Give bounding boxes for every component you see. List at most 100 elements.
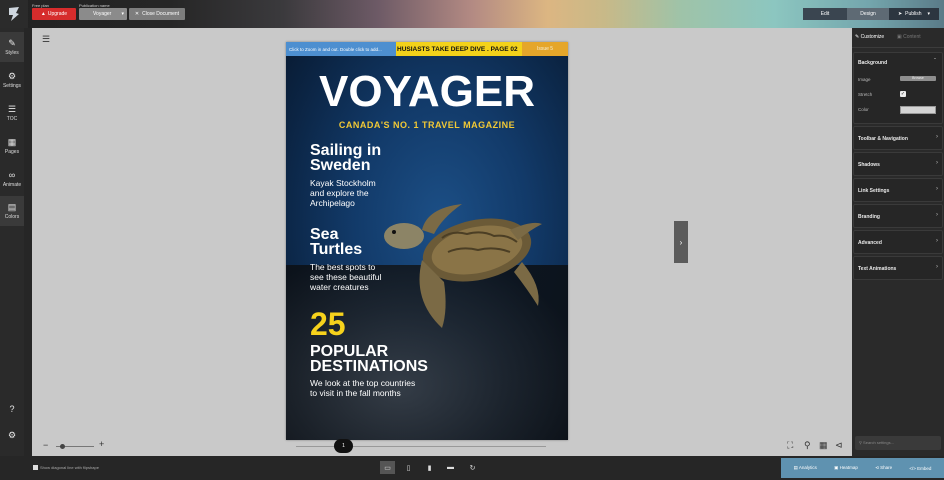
rotate-icon: ↻ (469, 464, 476, 472)
close-document-label: Close Document (142, 11, 180, 17)
tab-edit[interactable]: Edit (803, 8, 847, 20)
story2-title-line1: Sea (310, 226, 339, 243)
view-desktop-button[interactable]: ▭ (380, 461, 395, 474)
sidebar-item-pages[interactable]: ▦ Pages (0, 131, 24, 161)
rotate-button[interactable]: ↻ (465, 461, 480, 474)
zoom-out-button[interactable]: − (43, 440, 48, 450)
section-advanced[interactable]: Advanced › (853, 230, 943, 254)
color-picker[interactable] (900, 106, 936, 114)
panel-tabs: ✎ Customize ▣ Content (852, 28, 944, 48)
chevron-right-icon: › (936, 238, 938, 244)
section-text-animations[interactable]: Text Animations › (853, 256, 943, 280)
publish-button[interactable]: ➤ Publish ▾ (889, 8, 939, 20)
palette-icon: ▤ (7, 201, 17, 212)
view-landscape-button[interactable]: ▬ (443, 461, 458, 474)
next-page-button[interactable]: › (674, 221, 688, 263)
sidebar-item-styles[interactable]: ✎ Styles (0, 32, 24, 62)
publication-select[interactable]: Voyager ▾ (79, 8, 127, 20)
image-browse-button[interactable]: Browse (900, 76, 936, 81)
heatmap-label: Heatmap (839, 465, 858, 470)
send-icon: ➤ (897, 11, 903, 17)
turtle-image (384, 204, 542, 328)
sidebar-item-animate[interactable]: ∞ Animate (0, 164, 24, 194)
section-link-settings[interactable]: Link Settings › (853, 178, 943, 202)
heatmap-button[interactable]: ▣ Heatmap (834, 465, 858, 471)
app-window: Free plan Publication name ▲ Upgrade Voy… (0, 0, 944, 480)
search-placeholder: Search settings... (863, 440, 894, 445)
chevron-right-icon: › (679, 237, 683, 247)
section-label: Advanced (858, 240, 882, 246)
zoom-slider-thumb[interactable] (59, 444, 65, 449)
close-icon: ✕ (134, 11, 140, 17)
story2-body-line1: The best spots to (310, 262, 376, 272)
list-icon: ☰ (7, 103, 17, 114)
color-label: Color (858, 107, 869, 112)
phone-icon: ▮ (427, 464, 432, 472)
feature-title-line2: DESTINATIONS (310, 358, 428, 375)
tablet-icon: ▯ (406, 464, 411, 472)
chevron-up-icon[interactable]: ˇ (934, 59, 936, 65)
sidebar-item-label: Animate (2, 181, 22, 188)
analytics-button[interactable]: ▤ Analytics (794, 465, 817, 471)
sidebar-item-toc[interactable]: ☰ TOC (0, 98, 24, 128)
chevron-right-icon: › (936, 160, 938, 166)
tab-content[interactable]: ▣ Content (897, 34, 921, 40)
search-icon[interactable]: ⚲ (804, 440, 811, 451)
ticker-banner: HUSIASTS TAKE DEEP DIVE . PAGE 02 (396, 42, 522, 56)
thumbnails-icon[interactable]: ▦ (819, 440, 828, 451)
page-scrubber-thumb[interactable]: 1 (334, 439, 353, 453)
section-shadows[interactable]: Shadows › (853, 152, 943, 176)
sidebar-item-settings[interactable]: ⚙ Settings (0, 65, 24, 95)
section-label: Branding (858, 214, 880, 220)
section-label: Link Settings (858, 188, 890, 194)
grid-icon: ▦ (7, 136, 17, 147)
publication-value: Voyager (93, 11, 112, 17)
view-tablet-button[interactable]: ▯ (401, 461, 416, 474)
tab-customize[interactable]: ✎ Customize (855, 34, 884, 40)
left-sidebar: ✎ Styles ⚙ Settings ☰ TOC ▦ Pages ∞ Anim… (0, 28, 24, 456)
embed-label: Embed (917, 465, 932, 471)
chevron-right-icon: › (936, 264, 938, 270)
story2-title-line2: Turtles (310, 241, 363, 258)
landscape-icon: ▬ (447, 464, 454, 471)
flame-icon: ▲ (40, 11, 46, 17)
section-label: Text Animations (858, 266, 897, 272)
story1-body-line1: Kayak Stockholm (310, 178, 376, 188)
diagonal-line-checkbox[interactable] (33, 465, 38, 470)
feature-title-line1: POPULAR (310, 343, 389, 360)
story1-body-line3: Archipelago (310, 198, 355, 208)
share-icon[interactable]: ⊲ (835, 440, 843, 451)
tab-content-label: Content (903, 34, 921, 40)
feature-number: 25 (310, 306, 346, 342)
close-document-button[interactable]: ✕ Close Document (129, 8, 185, 20)
sidebar-item-label: Colors (4, 213, 20, 220)
tab-design[interactable]: Design (847, 8, 889, 20)
chevron-right-icon: › (936, 212, 938, 218)
link-icon: ∞ (8, 169, 16, 180)
zoom-in-button[interactable]: + (99, 439, 104, 449)
magazine-cover[interactable]: Click to Zoom in and out. Double click t… (286, 42, 568, 440)
feature-body-line2: to visit in the fall months (310, 388, 401, 398)
masthead: VOYAGER (318, 67, 535, 116)
menu-icon[interactable]: ☰ (42, 34, 50, 45)
sidebar-item-colors[interactable]: ▤ Colors (0, 196, 24, 226)
background-title[interactable]: Background (858, 60, 887, 66)
view-phone-button[interactable]: ▮ (422, 461, 437, 474)
account-settings-button[interactable]: ⚙ (0, 426, 24, 446)
story2-body-line2: see these beautiful (310, 272, 382, 282)
brand-logo-icon[interactable] (0, 0, 28, 28)
embed-button[interactable]: </> Embed (909, 466, 931, 471)
settings-search-input[interactable]: ⚲ Search settings... (855, 436, 941, 450)
share-button[interactable]: ⊲ Share (875, 465, 892, 471)
paintbrush-icon: ✎ (8, 37, 16, 48)
fullscreen-icon[interactable]: ⛶ (787, 440, 793, 451)
preview-canvas: ☰ Click to Zoom in and out. Double click… (32, 28, 850, 456)
section-toolbar-navigation[interactable]: Toolbar & Navigation › (853, 126, 943, 150)
stretch-checkbox[interactable]: ✓ (900, 91, 906, 97)
help-button[interactable]: ? (0, 400, 24, 420)
upgrade-button[interactable]: ▲ Upgrade (32, 8, 76, 20)
stretch-label: Stretch (858, 92, 873, 97)
section-branding[interactable]: Branding › (853, 204, 943, 228)
top-bar: Free plan Publication name ▲ Upgrade Voy… (0, 0, 944, 28)
right-settings-panel: ✎ Customize ▣ Content Background ˇ Image… (852, 28, 944, 456)
